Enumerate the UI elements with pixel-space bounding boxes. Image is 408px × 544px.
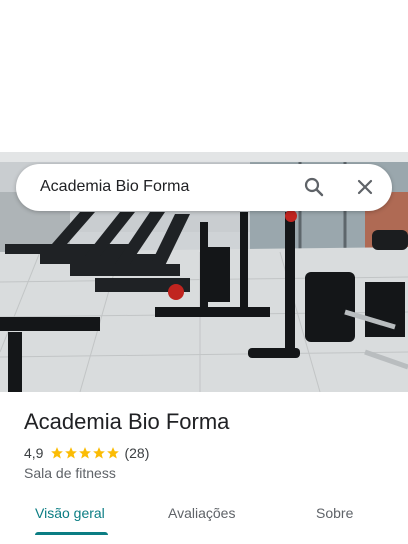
rating-stars	[50, 446, 120, 460]
rating-row[interactable]: 4,9 (28)	[24, 444, 149, 462]
search-input[interactable]: Academia Bio Forma	[40, 178, 189, 196]
active-tab-indicator	[35, 532, 108, 535]
tab-reviews[interactable]: Avaliações	[168, 505, 235, 521]
star-icon	[51, 447, 64, 459]
star-icon	[79, 447, 92, 459]
tab-overview[interactable]: Visão geral	[35, 505, 105, 521]
search-icon[interactable]	[302, 175, 326, 199]
star-icon	[65, 447, 78, 459]
reviews-count[interactable]: (28)	[124, 445, 149, 461]
place-category[interactable]: Sala de fitness	[24, 465, 116, 481]
search-bar[interactable]: Academia Bio Forma	[16, 164, 392, 211]
tab-about[interactable]: Sobre	[316, 505, 353, 521]
star-icon	[107, 447, 120, 459]
rating-value: 4,9	[24, 445, 44, 461]
place-title: Academia Bio Forma	[24, 409, 230, 434]
star-icon	[93, 447, 106, 459]
close-icon[interactable]	[353, 175, 377, 199]
